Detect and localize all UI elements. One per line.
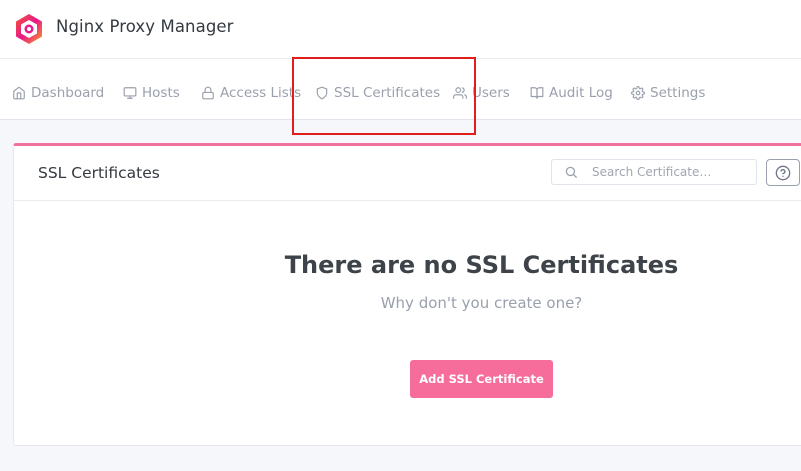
empty-state-subtitle: Why don't you create one? [380, 294, 583, 312]
search-icon [565, 166, 577, 178]
shield-icon [316, 86, 328, 100]
nav-item-users[interactable]: Users [453, 83, 510, 103]
monitor-icon [123, 87, 137, 99]
nav-item-label: Dashboard [31, 85, 105, 101]
search-input[interactable] [592, 165, 742, 179]
gear-icon [631, 86, 645, 100]
nav-item-label: Settings [650, 85, 706, 101]
search-certificate-box[interactable] [551, 159, 757, 185]
empty-state-title: There are no SSL Certificates [284, 251, 679, 279]
nginx-proxy-manager-logo[interactable] [14, 13, 44, 45]
card-title: SSL Certificates [38, 164, 160, 182]
book-open-icon [530, 87, 544, 99]
main-nav: Dashboard Hosts Access Lists SSL Certifi… [0, 59, 801, 120]
add-ssl-certificate-button[interactable]: Add SSL Certificate [410, 360, 553, 398]
help-circle-icon [775, 165, 791, 180]
nav-item-label: Access Lists [220, 85, 302, 101]
card-header: SSL Certificates [14, 146, 801, 201]
top-header: Nginx Proxy Manager [0, 0, 801, 59]
nav-item-label: Users [472, 85, 510, 101]
app-title: Nginx Proxy Manager [56, 17, 234, 36]
nav-item-settings[interactable]: Settings [631, 83, 705, 103]
nav-item-access-lists[interactable]: Access Lists [201, 83, 301, 103]
users-icon [453, 87, 467, 99]
nav-item-dashboard[interactable]: Dashboard [12, 83, 104, 103]
nav-item-hosts[interactable]: Hosts [123, 83, 180, 103]
ssl-certificates-card: SSL Certificates There are no SSL Certif… [13, 143, 801, 446]
nav-item-ssl-certificates[interactable]: SSL Certificates [315, 83, 440, 103]
lock-icon [202, 86, 214, 100]
nav-item-label: Hosts [142, 85, 180, 101]
nav-item-label: SSL Certificates [334, 85, 441, 101]
home-icon [13, 86, 25, 100]
nav-item-audit-log[interactable]: Audit Log [530, 83, 613, 103]
nav-item-label: Audit Log [549, 85, 613, 101]
help-button[interactable] [766, 159, 800, 186]
